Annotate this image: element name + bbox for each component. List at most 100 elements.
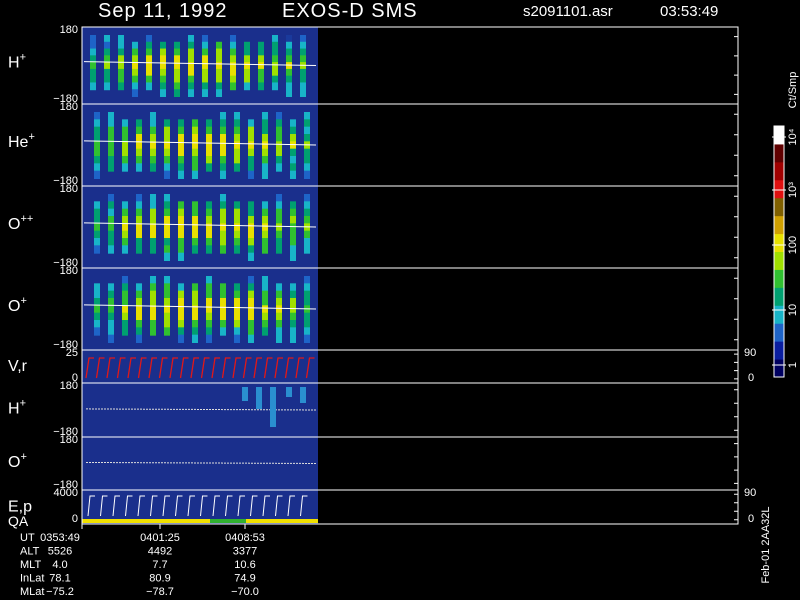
heat-cell xyxy=(262,163,268,172)
heat-cell xyxy=(108,283,114,292)
time-row-value: 74.9 xyxy=(234,573,255,585)
heat-cell xyxy=(90,48,96,57)
heat-cell xyxy=(300,62,306,70)
time-row-value: 0353:49 xyxy=(40,532,80,544)
heat-cell xyxy=(188,75,194,84)
heat-cell xyxy=(192,290,198,299)
right-tick-top: 90 xyxy=(744,487,756,499)
heat-cell xyxy=(262,327,268,336)
heat-cell xyxy=(90,62,96,70)
heat-cell xyxy=(230,48,236,57)
heat-cell xyxy=(248,252,254,261)
heat-cell xyxy=(262,119,268,128)
heat-cell xyxy=(174,41,180,50)
heat-cell xyxy=(202,89,208,97)
heat-cell xyxy=(234,126,240,135)
heat-cell xyxy=(234,112,240,121)
heat-cell xyxy=(160,89,166,97)
heat-cell xyxy=(258,41,264,50)
heat-cell xyxy=(248,305,254,314)
heat-cell xyxy=(272,68,278,77)
heat-cell xyxy=(192,156,198,165)
heat-cell xyxy=(164,327,170,336)
heat-cell xyxy=(136,148,142,157)
panel-label: O+ xyxy=(8,451,27,471)
heat-cell xyxy=(216,62,222,70)
heat-cell xyxy=(290,238,296,247)
heat-cell xyxy=(178,252,184,261)
heat-cell xyxy=(276,216,282,225)
heat-cell xyxy=(108,126,114,135)
heat-cell xyxy=(262,245,268,254)
heat-cell xyxy=(248,134,254,143)
time-row-value: −75.2 xyxy=(46,586,74,598)
heat-cell xyxy=(164,312,170,321)
heat-cell xyxy=(108,194,114,203)
heat-cell xyxy=(104,82,110,91)
heat-cell xyxy=(262,312,268,321)
panel-6: H+180−180 xyxy=(8,380,739,438)
exos-d-sms-plot: Sep 11, 1992 EXOS-D SMS s2091101.asr 03:… xyxy=(8,0,799,598)
heat-cell xyxy=(290,134,296,143)
heat-cell xyxy=(122,230,128,239)
heat-cell xyxy=(192,245,198,254)
panel-7: O+180−180 xyxy=(8,434,739,491)
heat-cell xyxy=(300,89,306,97)
heat-cell xyxy=(244,41,250,50)
heat-cell xyxy=(290,156,296,165)
heat-cell xyxy=(216,82,222,91)
time-row-value: 78.1 xyxy=(49,573,70,585)
panel-data-area xyxy=(82,104,318,186)
heat-cell xyxy=(104,62,110,70)
heat-cell xyxy=(164,119,170,128)
time-row-value: −70.0 xyxy=(231,586,259,598)
heat-cell xyxy=(286,82,292,91)
heat-cell xyxy=(188,41,194,50)
heat-cell xyxy=(150,276,156,285)
heat-cell xyxy=(248,327,254,336)
heat-cell xyxy=(108,334,114,343)
heat-cell xyxy=(276,223,282,232)
heat-cell xyxy=(262,230,268,239)
heat-cell xyxy=(178,327,184,336)
heat-cell xyxy=(216,55,222,64)
heat-cell xyxy=(136,134,142,143)
panel-4: O+180−180 xyxy=(8,265,739,351)
colorbar-segment xyxy=(774,269,784,288)
heat-cell xyxy=(272,82,278,91)
heat-cell xyxy=(192,334,198,343)
heat-cell xyxy=(160,68,166,77)
heat-cell xyxy=(290,290,296,299)
heat-cell xyxy=(234,245,240,254)
heat-cell xyxy=(290,252,296,261)
heat-cell xyxy=(258,68,264,77)
heat-cell xyxy=(206,298,212,307)
heat-cell xyxy=(136,245,142,254)
heat-cell xyxy=(90,35,96,43)
heat-cell xyxy=(216,89,222,97)
heat-cell xyxy=(276,298,282,307)
heat-cell xyxy=(202,75,208,84)
heat-cell xyxy=(146,48,152,57)
heat-cell xyxy=(192,201,198,210)
heat-cell xyxy=(234,163,240,172)
heat-cell xyxy=(300,41,306,50)
panels-group: H+180−180He+180−180O++180−180O+180−180V,… xyxy=(8,24,756,529)
heat-cell xyxy=(230,55,236,64)
colorbar-segment xyxy=(774,197,784,217)
heat-cell xyxy=(248,141,254,150)
heat-cell xyxy=(262,298,268,307)
heat-cell xyxy=(94,312,100,321)
time-row-value: −78.7 xyxy=(146,586,174,598)
heat-cell xyxy=(108,312,114,321)
heat-cell xyxy=(286,89,292,97)
heat-cell xyxy=(248,208,254,217)
heat-cell xyxy=(262,290,268,299)
heat-cell xyxy=(256,387,262,409)
heat-cell xyxy=(108,141,114,150)
heat-cell xyxy=(216,48,222,57)
heat-cell xyxy=(206,290,212,299)
heat-cell xyxy=(304,320,310,329)
heat-cell xyxy=(230,75,236,84)
heat-cell xyxy=(136,298,142,307)
